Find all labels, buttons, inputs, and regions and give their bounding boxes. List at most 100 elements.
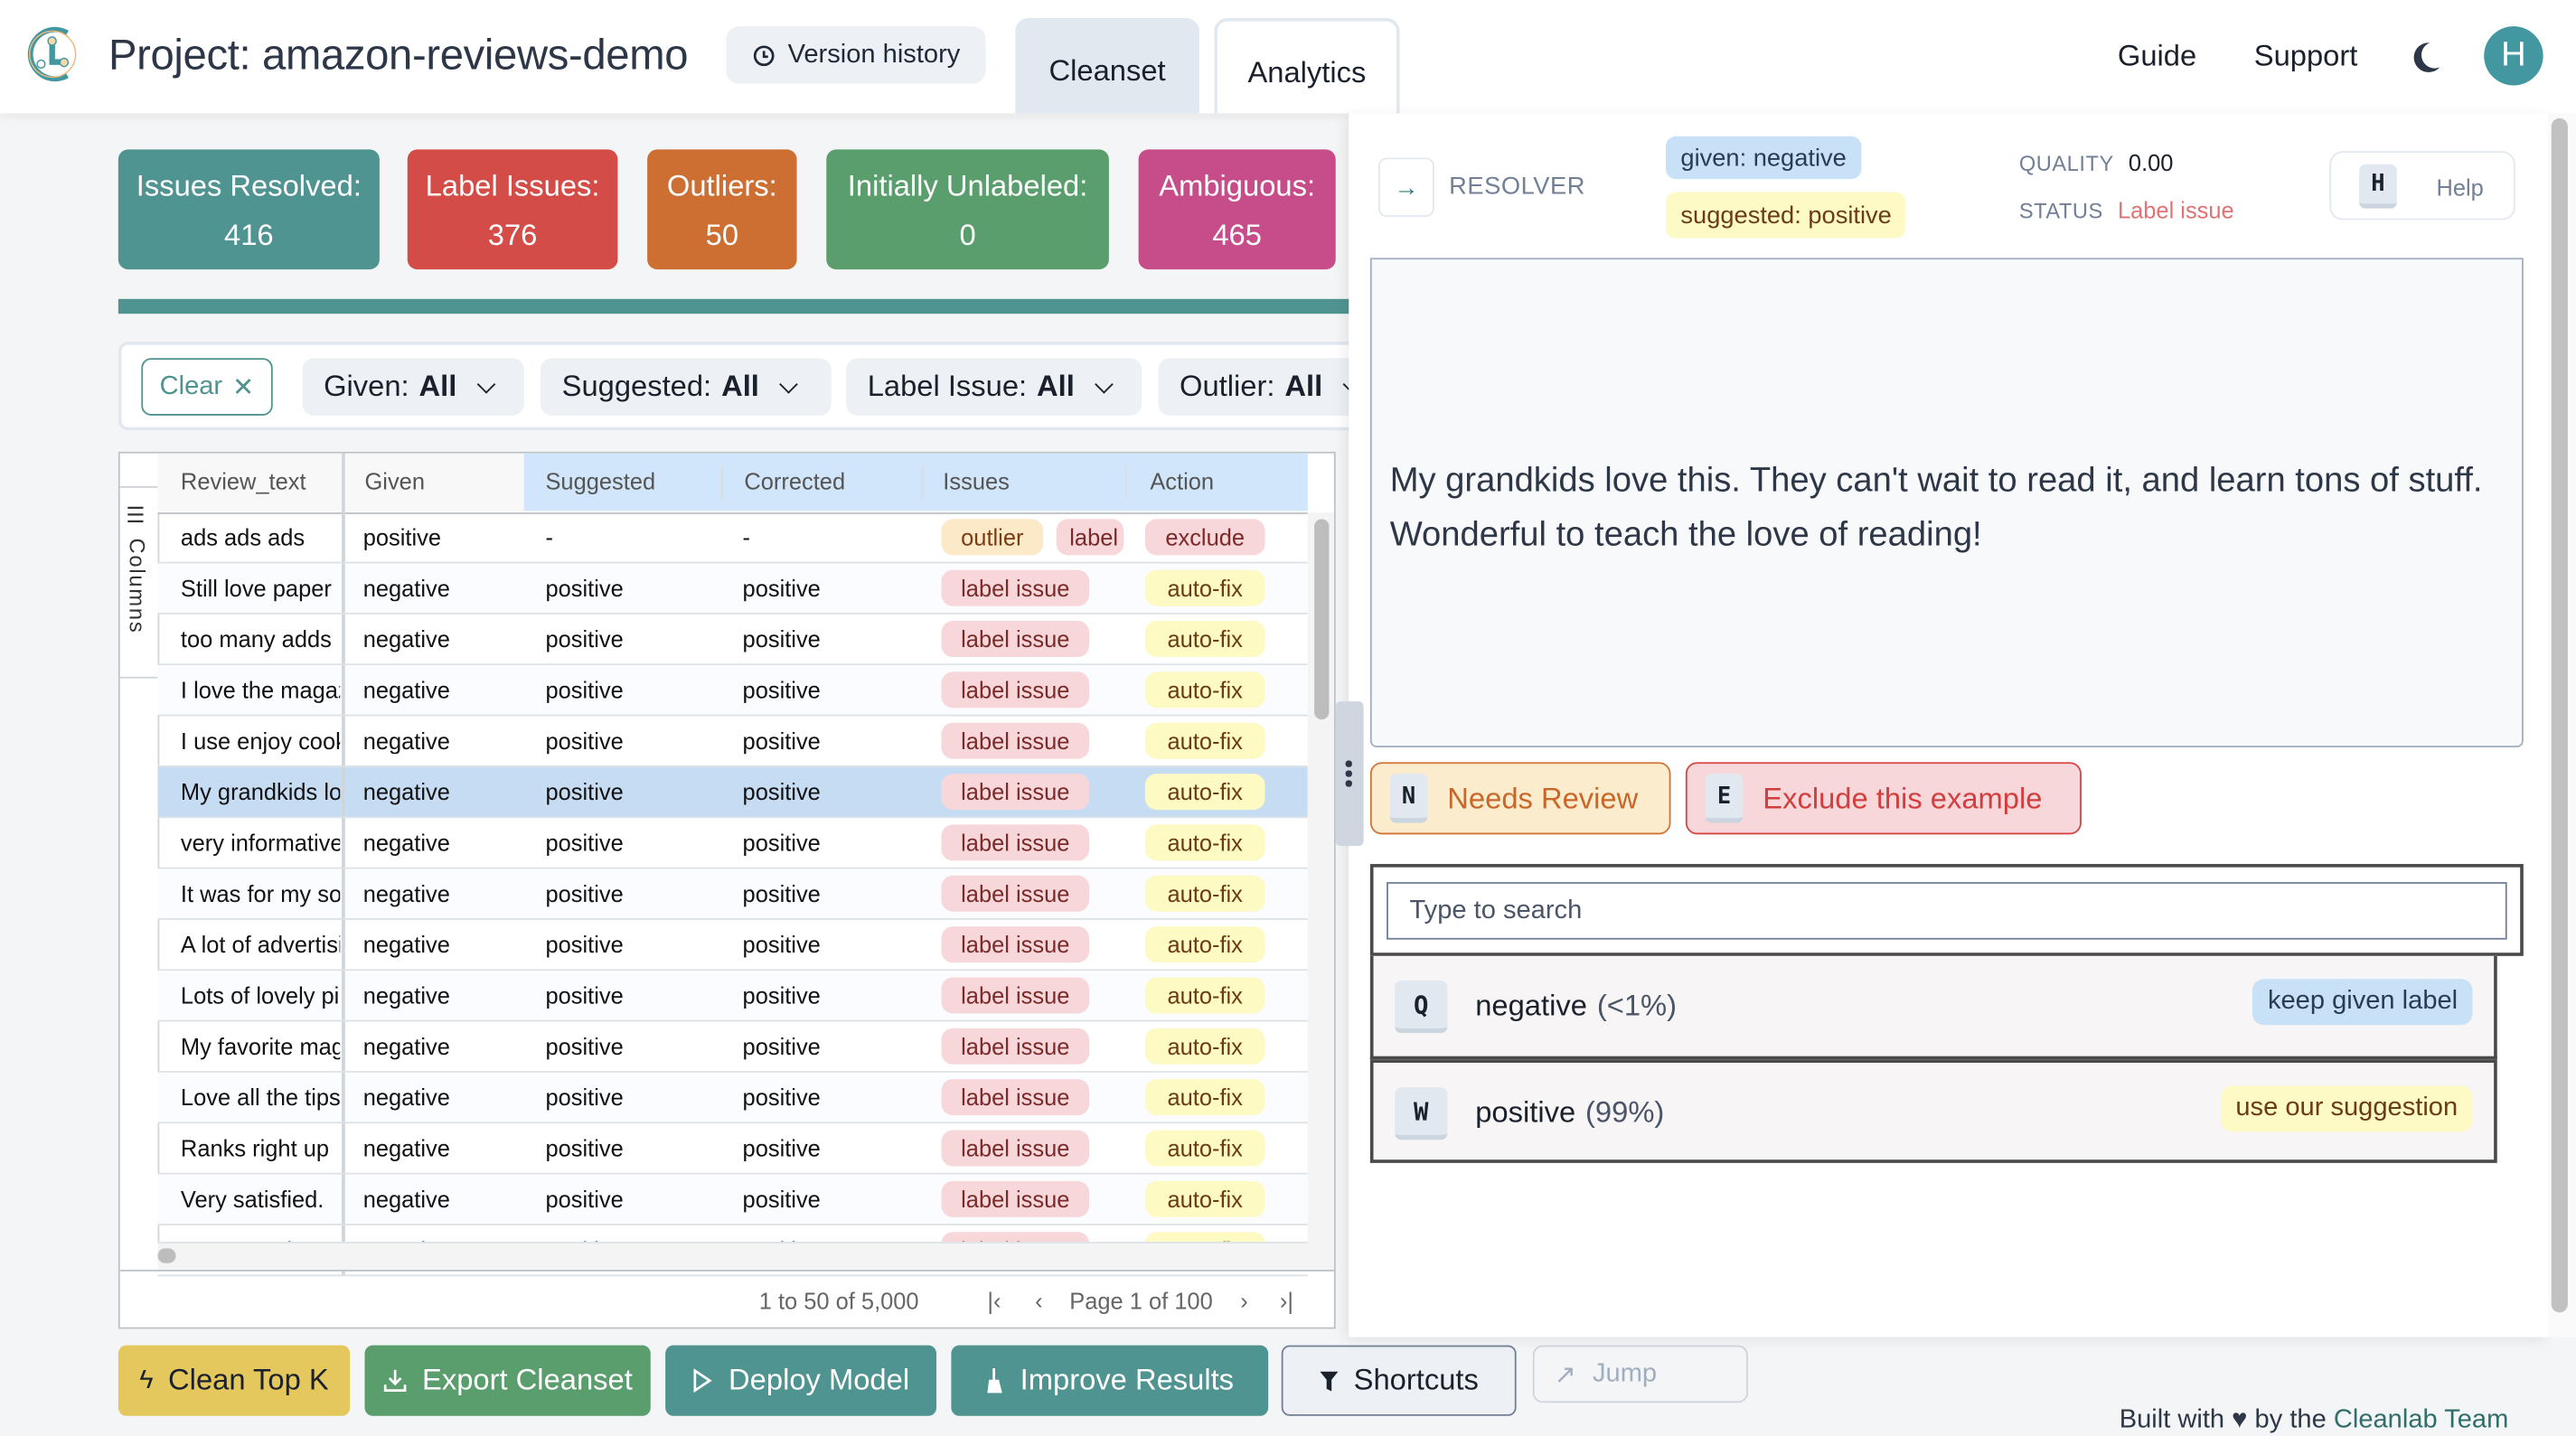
help-button[interactable]: H Help (2329, 151, 2515, 221)
cell-suggested: positive (545, 625, 624, 652)
guide-link[interactable]: Guide (2118, 40, 2196, 74)
columns-panel-toggle[interactable]: ☰ Columns (119, 486, 158, 679)
jump-input[interactable]: ↗ Jump (1532, 1345, 1748, 1403)
table-row[interactable]: Ranks right up negative positive positive la… (157, 1123, 1308, 1175)
panel-scrollbar-thumb[interactable] (2551, 117, 2568, 1313)
collapse-resolver-button[interactable]: → (1377, 157, 1434, 217)
next-page-icon[interactable]: › (1240, 1288, 1247, 1314)
stat-value: 376 (487, 218, 538, 252)
cell-suggested: positive (545, 880, 624, 907)
close-icon: ✕ (232, 373, 255, 402)
action-badge: auto-fix (1144, 1028, 1265, 1065)
table-row[interactable]: Love all the tips negative positive positiv… (157, 1072, 1308, 1124)
export-cleanset-button[interactable]: Export Cleanset (364, 1345, 651, 1416)
cell-given: negative (362, 880, 450, 907)
column-header-suggested[interactable]: Suggested (545, 468, 655, 494)
cell-suggested: positive (545, 1084, 624, 1111)
table-row[interactable]: A lot of advertising negative positive posi… (157, 919, 1308, 971)
horizontal-scrollbar[interactable] (157, 1242, 1308, 1272)
option-probability: (99%) (1585, 1095, 1665, 1129)
moon-icon[interactable] (2409, 40, 2445, 76)
table-row[interactable]: Lots of lovely pictures negative positive p… (157, 971, 1308, 1022)
table-row[interactable]: Still love paper negative positive positive… (157, 563, 1308, 615)
stat-value: 50 (705, 218, 739, 252)
label-option-negative[interactable]: Q negative (<1%) keep given label (1369, 955, 2497, 1060)
column-divider (342, 1123, 344, 1173)
column-header-review-text[interactable]: Review_text (181, 468, 306, 494)
cleanlab-logo-icon[interactable] (24, 26, 80, 82)
table-row[interactable]: I use enjoy cooking negative positive posit… (157, 716, 1308, 767)
clear-filters-button[interactable]: Clear ✕ (141, 358, 273, 416)
stat-card-outliers[interactable]: Outliers: 50 (647, 149, 797, 270)
deploy-model-button[interactable]: Deploy Model (665, 1345, 937, 1416)
stat-label: Ambiguous: (1159, 169, 1316, 202)
cell-review-text: A lot of advertising (180, 931, 340, 958)
shortcuts-button[interactable]: Shortcuts (1281, 1345, 1517, 1416)
shortcut-key: Q (1395, 981, 1448, 1034)
support-link[interactable]: Support (2254, 40, 2358, 74)
avatar[interactable]: H (2484, 26, 2543, 86)
column-header-corrected[interactable]: Corrected (744, 468, 845, 494)
table-row[interactable]: ads ads ads positive - - outlier label exclude (157, 512, 1308, 564)
filter-suggested[interactable]: Suggested: All (540, 358, 832, 416)
filter-label-issue[interactable]: Label Issue: All (846, 358, 1142, 416)
tab-analytics[interactable]: Analytics (1214, 17, 1400, 114)
stat-card-ambiguous[interactable]: Ambiguous: 465 (1138, 149, 1336, 270)
improve-results-button[interactable]: Improve Results (951, 1345, 1269, 1416)
cell-review-text: ads ads ads (180, 523, 306, 550)
table-row[interactable]: My grandkids love this negative positive po… (157, 766, 1308, 819)
table-row[interactable]: very informative negative positive positive… (157, 818, 1308, 869)
heart-icon: ♥ (2232, 1405, 2248, 1434)
issue-badge: label issue (941, 1079, 1090, 1116)
label-search-input[interactable] (1387, 882, 2507, 940)
issue-badge: label issue (941, 774, 1090, 811)
table-row[interactable]: too many adds negative positive positive lab… (157, 614, 1308, 666)
version-history-button[interactable]: Version history (726, 26, 986, 84)
cell-suggested: - (545, 523, 553, 550)
column-header-action[interactable]: Action (1150, 468, 1214, 494)
tab-cleanset[interactable]: Cleanset (1015, 17, 1199, 114)
table-row[interactable]: My favorite magazine negative positive posi… (157, 1021, 1308, 1073)
table-row[interactable]: Very satisfied. negative positive positive l… (157, 1174, 1308, 1225)
pagination-bar: 1 to 50 of 5,000 |‹ ‹ Page 1 of 100 › ›| (119, 1270, 1334, 1328)
column-header-issues[interactable]: Issues (943, 468, 1010, 494)
filter-given[interactable]: Given: All (302, 358, 524, 416)
issue-badge: label issue (941, 977, 1090, 1014)
horizontal-scrollbar-thumb[interactable] (157, 1248, 176, 1263)
filter-key: Label Issue: (867, 369, 1028, 403)
stat-card-label-issues[interactable]: Label Issues: 376 (407, 149, 618, 270)
cleanlab-team-link[interactable]: Cleanlab Team (2334, 1406, 2508, 1434)
cell-corrected: positive (742, 1033, 821, 1060)
column-header-given[interactable]: Given (365, 468, 425, 494)
vertical-scrollbar-thumb[interactable] (1314, 519, 1330, 720)
action-badge: auto-fix (1144, 1180, 1265, 1217)
clean-top-k-button[interactable]: ϟ Clean Top K (118, 1345, 351, 1416)
first-page-icon[interactable]: |‹ (987, 1288, 1001, 1314)
action-badge: auto-fix (1144, 1079, 1265, 1116)
version-history-label: Version history (787, 40, 961, 69)
last-page-icon[interactable]: ›| (1280, 1288, 1293, 1314)
cell-review-text: Lots of lovely pictures (180, 981, 340, 1009)
table-row[interactable]: It was for my son negative positive positiv… (157, 868, 1308, 920)
cell-review-text: Love all the tips (180, 1084, 341, 1111)
stat-card-initially-unlabeled[interactable]: Initially Unlabeled: 0 (826, 149, 1109, 270)
stat-card-issues-resolved[interactable]: Issues Resolved: 416 (118, 149, 380, 270)
cell-corrected: positive (742, 829, 821, 856)
prev-page-icon[interactable]: ‹ (1035, 1288, 1042, 1314)
cell-suggested: positive (545, 575, 624, 602)
cell-review-text: very informative (180, 829, 341, 856)
filter-outlier[interactable]: Outlier: All (1158, 358, 1364, 416)
cell-corrected: positive (742, 727, 821, 755)
needs-review-button[interactable]: N Needs Review (1369, 762, 1671, 835)
issue-badge: label issue (941, 926, 1090, 963)
stat-label: Initially Unlabeled: (847, 169, 1088, 202)
exclude-example-button[interactable]: E Exclude this example (1685, 762, 2082, 835)
action-badge: auto-fix (1144, 1130, 1265, 1167)
status-readout: STATUS Label issue (2019, 197, 2234, 227)
quality-value: 0.00 (2128, 149, 2174, 176)
label-option-positive[interactable]: W positive (99%) use our suggestion (1369, 1059, 2497, 1163)
cell-given: negative (362, 1033, 450, 1060)
table-row[interactable]: I love the magazine negative positive posit… (157, 665, 1308, 717)
stat-value: 465 (1212, 218, 1262, 252)
button-label: Needs Review (1447, 781, 1639, 814)
